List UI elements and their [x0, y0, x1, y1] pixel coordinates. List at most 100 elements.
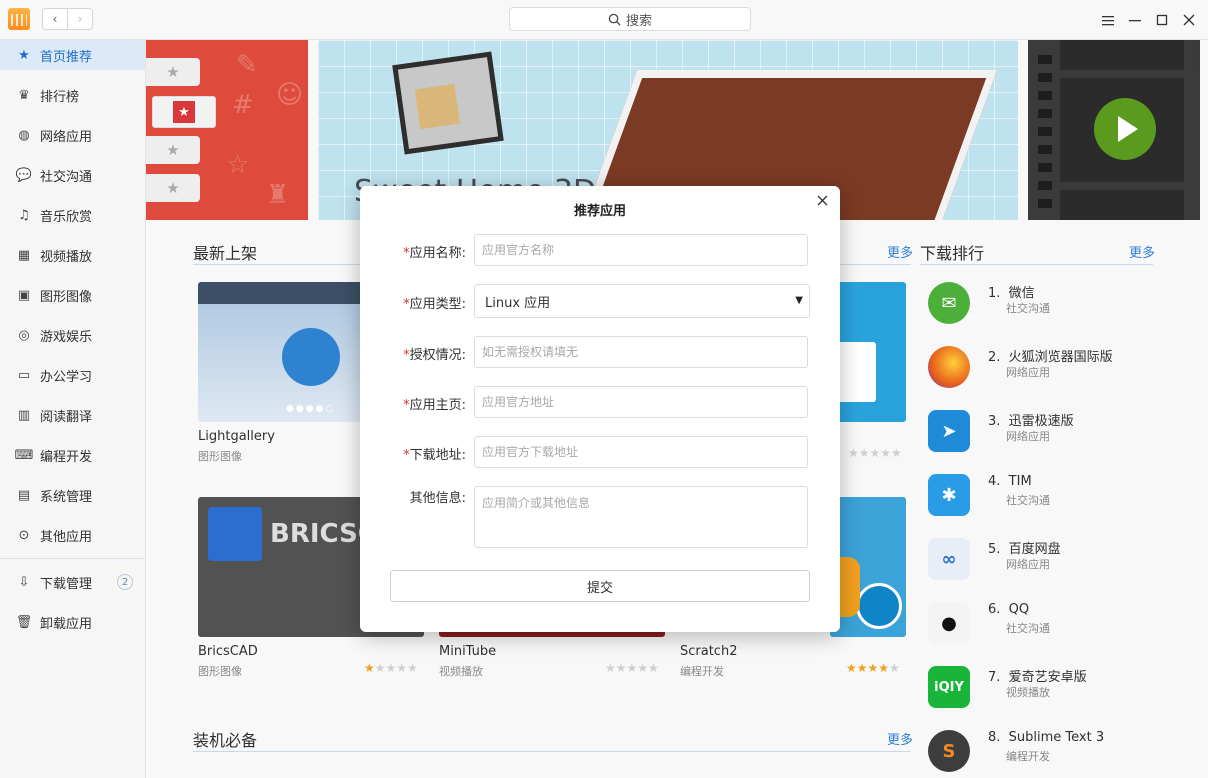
- ranking-number: 7.: [988, 670, 1001, 685]
- app-name[interactable]: Scratch2: [680, 644, 737, 659]
- section-title-ranking: 下载排行: [920, 244, 985, 263]
- more-link-ranking[interactable]: 更多: [1129, 242, 1155, 261]
- app-type-select[interactable]: Linux 应用 ▼: [474, 284, 810, 318]
- search-box[interactable]: 搜索: [509, 7, 751, 31]
- baidu-netdisk-icon: ∞: [928, 538, 970, 580]
- ranking-app-name: TIM: [1008, 474, 1032, 489]
- pager-dots: ●●●●○: [286, 404, 336, 414]
- sidebar-item-social[interactable]: 💬 社交沟通: [0, 160, 145, 190]
- dialog-close-button[interactable]: [812, 190, 832, 210]
- banner-left[interactable]: ✎ ☺ # ☆ ♜ ★ ★ ★ ★: [146, 40, 308, 220]
- sidebar-item-music[interactable]: ♫ 音乐欣赏: [0, 200, 145, 230]
- app-name[interactable]: Lightgallery: [198, 429, 275, 444]
- forward-button[interactable]: ›: [67, 8, 93, 30]
- banner-tab[interactable]: ★: [146, 136, 200, 164]
- label-text: 应用名称:: [409, 246, 466, 261]
- ranking-app-category: 编程开发: [1006, 750, 1050, 763]
- ranking-number: 4.: [988, 474, 1001, 489]
- ranking-app-category: 社交沟通: [1006, 302, 1050, 315]
- firefox-icon: [928, 346, 970, 388]
- menu-button[interactable]: [1098, 10, 1118, 30]
- sidebar-item-office[interactable]: ▭ 办公学习: [0, 360, 145, 390]
- sidebar-item-development[interactable]: ⌨ 编程开发: [0, 440, 145, 470]
- monitor-icon: ▭: [17, 367, 31, 383]
- gamepad-icon: ◎: [18, 327, 30, 343]
- ranking-app-category: 网络应用: [1006, 430, 1050, 443]
- banner-tab[interactable]: ★: [146, 58, 200, 86]
- ranking-number: 6.: [988, 602, 1001, 617]
- banner-tab-selected[interactable]: ★: [152, 96, 216, 128]
- banner-tab[interactable]: ★: [146, 174, 200, 202]
- download-url-input[interactable]: [474, 436, 808, 468]
- app-card-image[interactable]: [830, 282, 906, 422]
- ranking-item[interactable]: ∞ 5. 百度网盘 网络应用: [926, 538, 1146, 598]
- sidebar-item-uninstall[interactable]: 🗑 卸载应用: [0, 607, 145, 637]
- ranking-number: 1.: [988, 286, 1001, 301]
- ranking-item[interactable]: ➤ 3. 迅雷极速版 网络应用: [926, 410, 1146, 470]
- app-name[interactable]: BricsCAD: [198, 644, 258, 659]
- rating-stars: ★★★★★: [605, 661, 659, 675]
- ranking-item[interactable]: ✉ 1. 微信 社交沟通: [926, 282, 1146, 342]
- globe-icon: ◍: [18, 127, 30, 143]
- ranking-app-category: 社交沟通: [1006, 494, 1050, 507]
- sidebar-item-system[interactable]: ▤ 系统管理: [0, 480, 145, 510]
- more-link-new[interactable]: 更多: [887, 242, 913, 261]
- section-title-new: 最新上架: [193, 244, 258, 263]
- sidebar-item-others[interactable]: ⊙ 其他应用: [0, 520, 145, 550]
- sidebar-item-label: 阅读翻译: [40, 409, 93, 425]
- ranking-item[interactable]: ✱ 4. TIM 社交沟通: [926, 474, 1146, 534]
- sidebar-item-ranking[interactable]: ♛ 排行榜: [0, 80, 145, 110]
- app-type-value: Linux 应用: [485, 295, 551, 311]
- sidebar-item-downloads[interactable]: ⇩ 下载管理 2: [0, 567, 145, 597]
- play-icon: [1094, 98, 1156, 160]
- close-window-button[interactable]: [1179, 10, 1199, 30]
- label-text: 授权情况:: [409, 348, 466, 363]
- more-link-essential[interactable]: 更多: [887, 729, 913, 748]
- sidebar-item-network[interactable]: ◍ 网络应用: [0, 120, 145, 150]
- star-icon: ★: [166, 179, 180, 197]
- sidebar-item-reading[interactable]: ▥ 阅读翻译: [0, 400, 145, 430]
- music-icon: ♫: [18, 207, 30, 223]
- pattern-icon: ☆: [226, 150, 250, 180]
- maximize-icon: [1156, 14, 1168, 26]
- ranking-number: 3.: [988, 414, 1001, 429]
- download-count-badge: 2: [117, 574, 133, 590]
- ranking-app-name: QQ: [1008, 602, 1030, 617]
- book-icon: ▥: [17, 407, 31, 423]
- document-illustration: [834, 342, 876, 402]
- ranking-item[interactable]: iQIY 7. 爱奇艺安卓版 视频播放: [926, 666, 1146, 726]
- scrollbar[interactable]: [1192, 40, 1198, 70]
- app-card-image-scratch[interactable]: [830, 497, 906, 637]
- ranking-app-name: 火狐浏览器国际版: [1008, 350, 1113, 365]
- app-type-label: *应用类型:: [380, 293, 472, 312]
- banner-right[interactable]: [1028, 40, 1200, 220]
- maximize-button[interactable]: [1152, 10, 1172, 30]
- sidebar-divider: [0, 558, 145, 559]
- sidebar-item-label: 首页推荐: [40, 49, 93, 65]
- homepage-input[interactable]: [474, 386, 808, 418]
- app-name[interactable]: MiniTube: [439, 644, 496, 659]
- ranking-app-category: 社交沟通: [1006, 622, 1050, 635]
- film-icon: ▦: [17, 247, 31, 263]
- more-icon: ⊙: [18, 527, 30, 543]
- minimize-button[interactable]: [1125, 10, 1145, 30]
- image-icon: ▣: [17, 287, 31, 303]
- ranking-item[interactable]: ● 6. QQ 社交沟通: [926, 602, 1146, 662]
- sidebar-item-graphics[interactable]: ▣ 图形图像: [0, 280, 145, 310]
- sidebar-item-games[interactable]: ◎ 游戏娱乐: [0, 320, 145, 350]
- app-name-input[interactable]: [474, 234, 808, 266]
- gallery-icon: [282, 328, 340, 386]
- sidebar-item-video[interactable]: ▦ 视频播放: [0, 240, 145, 270]
- other-info-textarea[interactable]: [474, 486, 808, 548]
- sidebar-item-label: 编程开发: [40, 449, 93, 465]
- sidebar-item-home[interactable]: ★ 首页推荐: [0, 40, 145, 70]
- minimize-icon: [1129, 20, 1141, 22]
- submit-button[interactable]: 提交: [390, 570, 810, 602]
- license-input[interactable]: [474, 336, 808, 368]
- ranking-item[interactable]: 2. 火狐浏览器国际版 网络应用: [926, 346, 1146, 406]
- ranking-item[interactable]: S 8. Sublime Text 3 编程开发: [926, 730, 1146, 778]
- recommend-app-dialog: 推荐应用 *应用名称: *应用类型: Linux 应用 ▼ *授权情况: *应用…: [360, 186, 840, 632]
- ranking-label: 7. 爱奇艺安卓版: [988, 666, 1087, 685]
- app-category: 视频播放: [439, 665, 483, 678]
- back-button[interactable]: ‹: [42, 8, 68, 30]
